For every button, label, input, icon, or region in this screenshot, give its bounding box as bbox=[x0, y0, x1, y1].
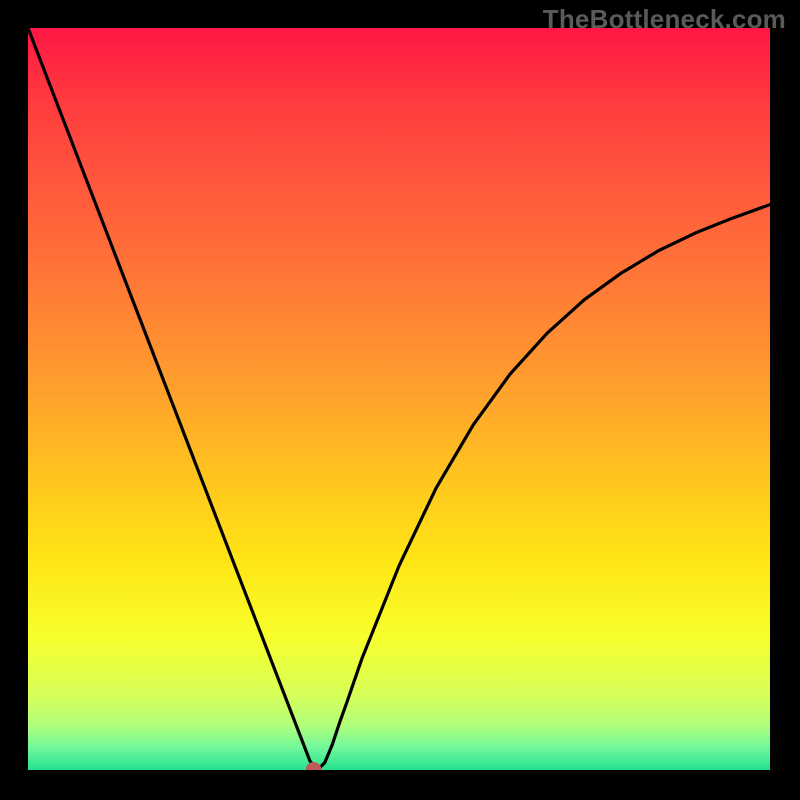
chart-background bbox=[28, 28, 770, 770]
chart-svg bbox=[28, 28, 770, 770]
frame: TheBottleneck.com bbox=[0, 0, 800, 800]
plot-area bbox=[28, 28, 770, 770]
